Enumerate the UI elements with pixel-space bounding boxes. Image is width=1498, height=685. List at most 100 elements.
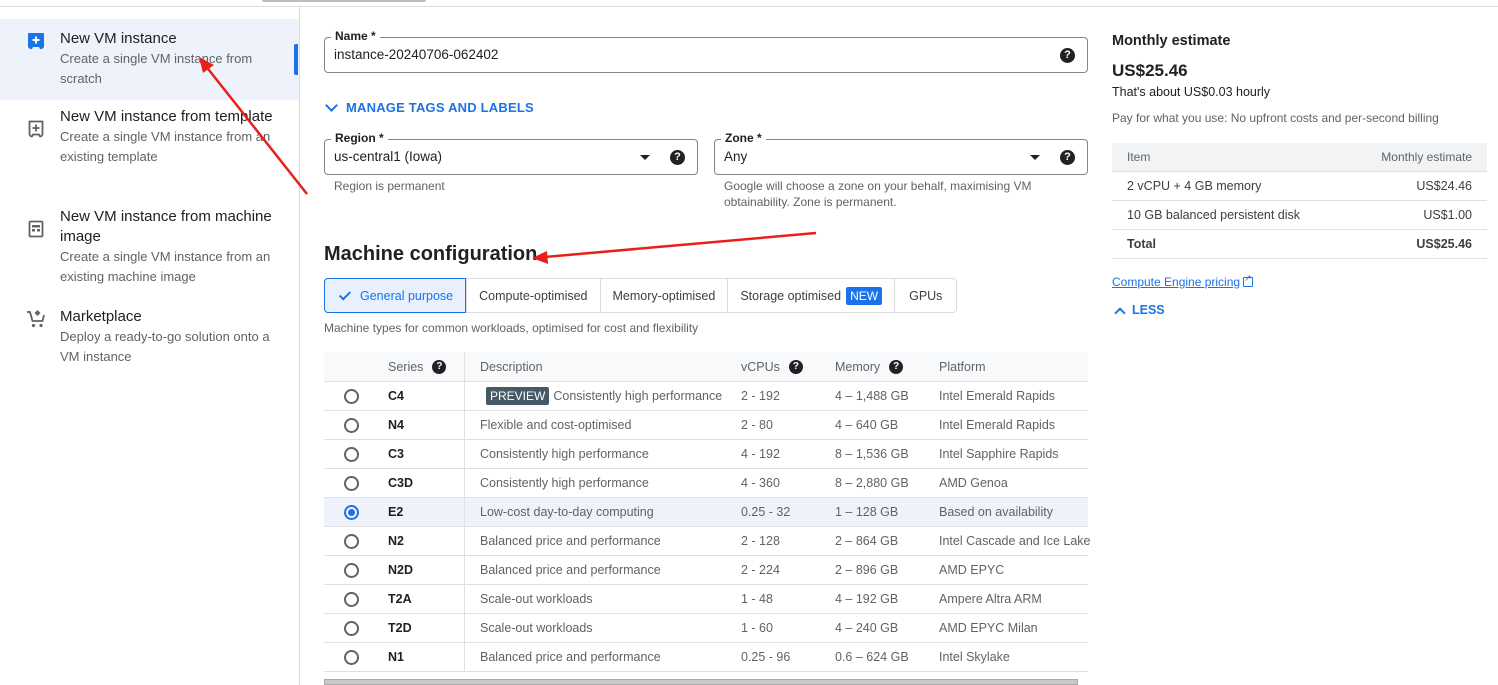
table-row[interactable]: N1 Balanced price and performance 0.25 - 9… <box>324 643 1088 672</box>
series-description-text: Flexible and cost-optimised <box>480 418 632 432</box>
table-row[interactable]: N2 Balanced price and performance 2 - 128 2… <box>324 527 1091 556</box>
column-header-vcpus[interactable]: vCPUs ? <box>741 352 803 381</box>
add-box-outline-icon <box>28 120 44 138</box>
add-box-filled-icon <box>28 33 44 49</box>
estimate-col-cost: Monthly estimate <box>1381 150 1472 164</box>
series-radio[interactable] <box>344 527 359 555</box>
series-description: Balanced price and performance <box>480 556 661 584</box>
series-memory: 8 – 2,880 GB <box>835 476 909 490</box>
series-vcpus: 0.25 - 32 <box>741 505 791 519</box>
estimate-amount: US$25.46 <box>1112 61 1188 80</box>
series-platform: AMD Genoa <box>939 476 1008 490</box>
zone-select[interactable]: Zone * Any ? <box>714 131 1088 175</box>
sidebar-item-from-template[interactable]: New VM instance from template Create a s… <box>0 107 299 197</box>
tab-general-purpose[interactable]: General purpose <box>324 278 467 313</box>
series-radio[interactable] <box>344 556 359 584</box>
column-header-memory[interactable]: Memory ? <box>835 352 904 381</box>
less-toggle[interactable]: LESS <box>1113 303 1165 319</box>
tab-description: Machine types for common workloads, opti… <box>324 321 699 335</box>
radio-button-icon[interactable] <box>344 591 359 607</box>
radio-button-icon[interactable] <box>344 533 359 549</box>
series-radio[interactable] <box>344 643 359 671</box>
chevron-up-icon <box>1114 306 1126 319</box>
series-memory: 4 – 1,488 GB <box>835 389 909 403</box>
series-description-text: Consistently high performance <box>553 389 723 403</box>
table-row[interactable]: E2 Low-cost day-to-day computing 0.25 - 32… <box>324 498 1088 527</box>
sidebar-item-from-machine-image[interactable]: New VM instance from machine image Creat… <box>0 207 299 297</box>
series-radio[interactable] <box>344 382 359 410</box>
series-description-text: Low-cost day-to-day computing <box>480 505 654 519</box>
name-field[interactable]: Name * instance-20240706-062402 ? <box>324 29 1088 73</box>
series-description-text: Consistently high performance <box>480 476 649 490</box>
series-radio[interactable] <box>344 614 359 642</box>
estimate-cost: US$1.00 <box>1423 208 1472 222</box>
radio-button-icon[interactable] <box>344 446 359 462</box>
table-row[interactable]: T2A Scale-out workloads 1 - 48 4 – 192 GB Am… <box>324 585 1088 614</box>
series-radio[interactable] <box>344 498 359 526</box>
series-description-text: Balanced price and performance <box>480 650 661 664</box>
radio-button-icon[interactable] <box>344 388 359 404</box>
column-divider <box>464 440 465 468</box>
tab-compute-optimised[interactable]: Compute-optimised <box>466 279 599 312</box>
series-description: Balanced price and performance <box>480 527 661 555</box>
series-radio[interactable] <box>344 585 359 613</box>
manage-tags-toggle[interactable]: MANAGE TAGS AND LABELS <box>325 99 534 115</box>
series-vcpus: 4 - 360 <box>741 476 780 490</box>
series-radio[interactable] <box>344 469 359 497</box>
check-icon <box>338 287 352 301</box>
name-input-value[interactable]: instance-20240706-062402 <box>334 47 498 62</box>
sidebar-item-new-vm-instance[interactable]: New VM instance Create a single VM insta… <box>0 19 299 100</box>
tab-memory-optimised[interactable]: Memory-optimised <box>599 279 728 312</box>
sidebar-scroll-indicator[interactable] <box>294 44 298 75</box>
series-radio[interactable] <box>344 411 359 439</box>
tab-gpus[interactable]: GPUs <box>894 279 956 312</box>
help-icon[interactable]: ? <box>670 150 685 165</box>
help-icon[interactable]: ? <box>1060 48 1075 63</box>
tab-label: General purpose <box>360 288 454 303</box>
column-header-label: Series <box>388 359 424 374</box>
help-icon[interactable]: ? <box>1060 150 1075 165</box>
estimate-hourly: That's about US$0.03 hourly <box>1112 85 1271 99</box>
table-row[interactable]: C4 PREVIEW Consistently high performance 2 … <box>324 382 1088 411</box>
help-icon[interactable]: ? <box>432 359 447 374</box>
table-row[interactable]: N4 Flexible and cost-optimised 2 - 80 4 – 6… <box>324 411 1088 440</box>
help-icon[interactable]: ? <box>889 359 904 374</box>
radio-button-icon[interactable] <box>344 504 359 520</box>
dropdown-caret-icon <box>1030 155 1040 160</box>
column-divider <box>464 411 465 439</box>
table-row[interactable]: C3 Consistently high performance 4 - 192 8 … <box>324 440 1088 469</box>
estimate-row: 2 vCPU + 4 GB memory US$24.46 <box>1112 172 1487 201</box>
table-row[interactable]: C3D Consistently high performance 4 - 360 8… <box>324 469 1088 498</box>
radio-button-icon[interactable] <box>344 475 359 491</box>
series-description-text: Scale-out workloads <box>480 592 593 606</box>
column-divider <box>464 614 465 642</box>
series-memory: 4 – 640 GB <box>835 418 899 432</box>
series-name: N2 <box>388 534 404 548</box>
marketplace-cart-icon <box>27 310 45 328</box>
series-name: C4 <box>388 389 404 403</box>
radio-button-icon[interactable] <box>344 562 359 578</box>
table-row[interactable]: T2D Scale-out workloads 1 - 60 4 – 240 GB AM… <box>324 614 1088 643</box>
radio-button-icon[interactable] <box>344 620 359 636</box>
compute-engine-pricing-link[interactable]: Compute Engine pricing <box>1112 273 1254 289</box>
horizontal-scrollbar[interactable] <box>324 679 1078 685</box>
table-row[interactable]: N2D Balanced price and performance 2 - 224… <box>324 556 1088 585</box>
estimate-total-row: Total US$25.46 <box>1112 230 1487 259</box>
tab-storage-optimised[interactable]: Storage optimised NEW <box>727 279 894 312</box>
radio-button-icon[interactable] <box>344 417 359 433</box>
region-select[interactable]: Region * us-central1 (Iowa) ? <box>324 131 698 175</box>
sidebar-item-marketplace[interactable]: Marketplace Deploy a ready-to-go solutio… <box>0 307 299 377</box>
estimate-table-header: Item Monthly estimate <box>1112 143 1487 172</box>
column-divider <box>464 498 465 526</box>
series-radio[interactable] <box>344 440 359 468</box>
series-vcpus: 2 - 80 <box>741 418 773 432</box>
column-divider <box>464 643 465 671</box>
series-description-text: Balanced price and performance <box>480 534 661 548</box>
radio-button-icon[interactable] <box>344 649 359 665</box>
help-icon[interactable]: ? <box>788 359 803 374</box>
column-divider <box>464 527 465 555</box>
column-header-series[interactable]: Series ? <box>388 352 447 381</box>
estimate-total-cost: US$25.46 <box>1416 237 1472 251</box>
tab-label: GPUs <box>909 288 943 303</box>
sidebar-item-subtitle: Create a single VM instance from an exis… <box>60 249 271 284</box>
